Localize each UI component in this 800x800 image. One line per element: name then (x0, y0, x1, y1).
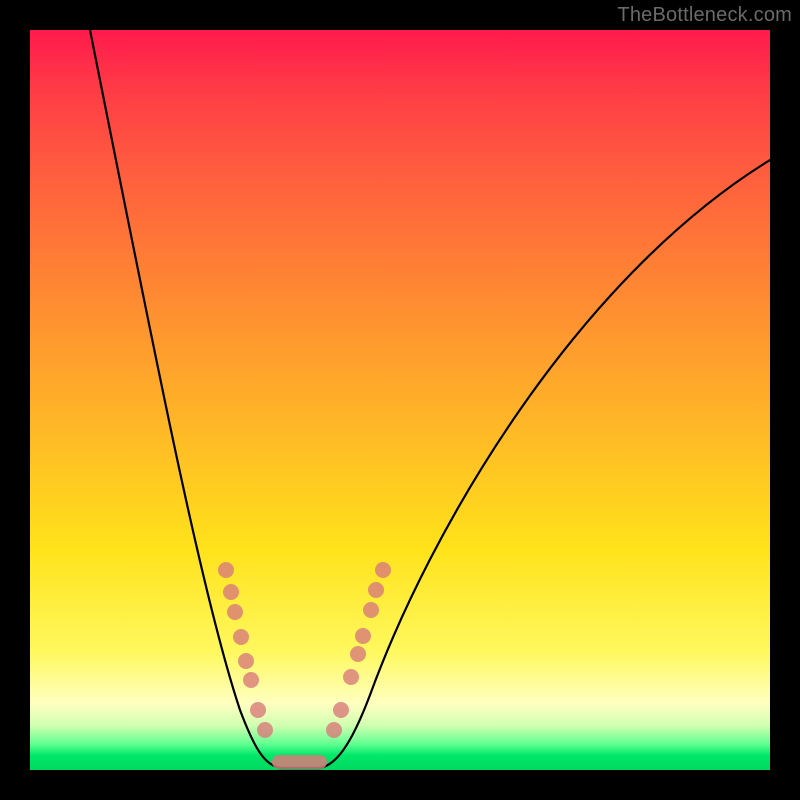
marker-dot (243, 672, 259, 688)
bottom-marker-segment (272, 755, 327, 769)
marker-dot (218, 562, 234, 578)
marker-dot (238, 653, 254, 669)
marker-dot (350, 646, 366, 662)
v-curve (90, 30, 770, 768)
chart-frame: TheBottleneck.com (0, 0, 800, 800)
curve-svg (30, 30, 770, 770)
marker-dot (223, 584, 239, 600)
marker-dot (368, 582, 384, 598)
marker-dot (355, 628, 371, 644)
plot-area (30, 30, 770, 770)
watermark-text: TheBottleneck.com (617, 4, 792, 27)
marker-dot (343, 669, 359, 685)
marker-dot (333, 702, 349, 718)
marker-dot (363, 602, 379, 618)
marker-dot (257, 722, 273, 738)
marker-dot (233, 629, 249, 645)
marker-dot (326, 722, 342, 738)
marker-dot (375, 562, 391, 578)
marker-dot (250, 702, 266, 718)
marker-dot (227, 604, 243, 620)
